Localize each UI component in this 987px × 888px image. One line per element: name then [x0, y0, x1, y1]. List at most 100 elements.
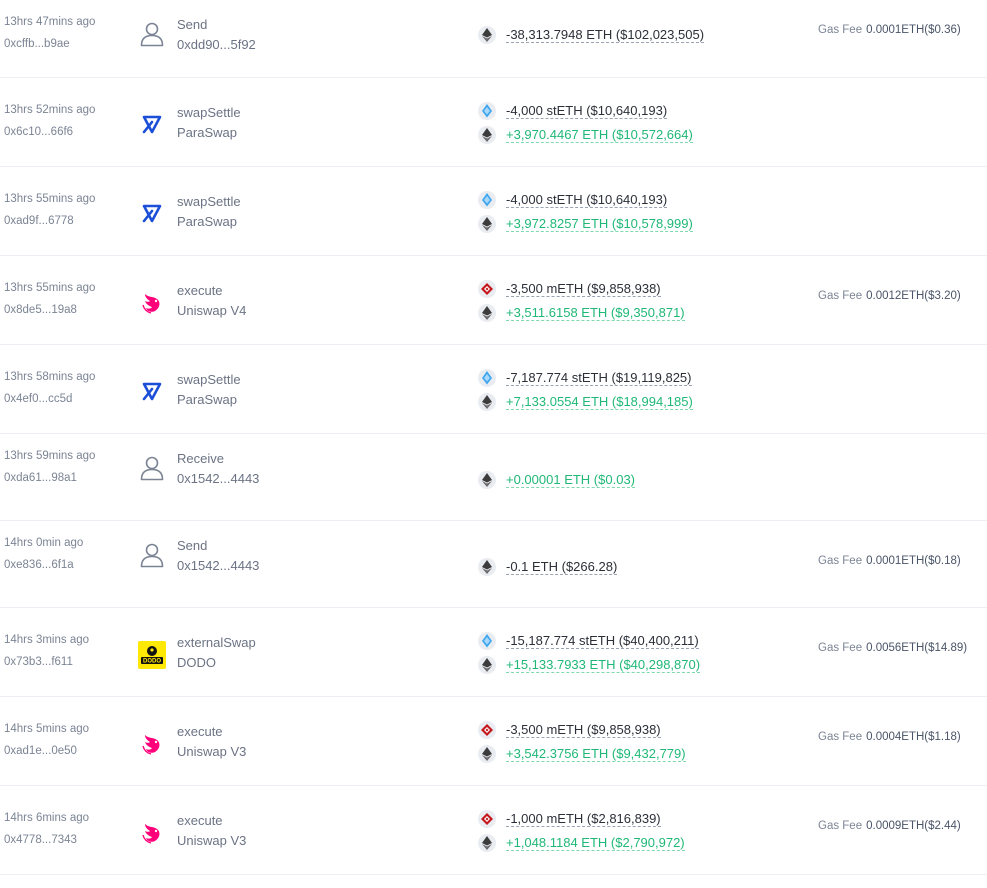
tx-hash-link[interactable]: 0xad1e...0e50 [4, 745, 77, 757]
steth-icon [478, 632, 496, 650]
asset-amount[interactable]: -7,187.774 stETH ($19,119,825) [506, 370, 692, 386]
table-row[interactable]: 13hrs 47mins ago 0xcffb...b9ae Send 0xdd90.… [0, 0, 987, 78]
tx-counterparty-link[interactable]: 0x1542...4443 [177, 471, 259, 486]
eth-icon [478, 126, 496, 144]
tx-hash-link[interactable]: 0x4778...7343 [4, 834, 77, 846]
gas-fee: Gas Fee 0.0056ETH($14.89) [818, 642, 967, 654]
asset-change: -4,000 stETH ($10,640,193) [478, 190, 668, 210]
asset-change: -3,500 mETH ($9,858,938) [478, 279, 661, 299]
user-icon [138, 454, 166, 482]
user-icon [138, 541, 166, 569]
tx-counterparty-link[interactable]: Uniswap V3 [177, 744, 246, 759]
gas-fee: Gas Fee 0.0001ETH($0.36) [818, 24, 961, 36]
table-row[interactable]: 13hrs 58mins ago 0x4ef0...cc5d swapSettle P… [0, 345, 987, 434]
gas-fee: Gas Fee 0.0004ETH($1.18) [818, 731, 961, 743]
asset-amount[interactable]: +3,970.4467 ETH ($10,572,664) [506, 127, 693, 143]
tx-time: 13hrs 59mins ago [4, 450, 96, 462]
eth-icon [478, 215, 496, 233]
asset-change: -15,187.774 stETH ($40,400,211) [478, 631, 699, 651]
gas-fee-value: 0.0001ETH($0.18) [866, 555, 961, 567]
tx-counterparty-link[interactable]: Uniswap V4 [177, 303, 246, 318]
tx-counterparty-link[interactable]: ParaSwap [177, 125, 237, 140]
asset-amount[interactable]: -3,500 mETH ($9,858,938) [506, 722, 661, 738]
tx-action: swapSettle [177, 105, 241, 120]
table-row[interactable]: 14hrs 5mins ago 0xad1e...0e50 execute Unisw… [0, 697, 987, 786]
tx-hash-link[interactable]: 0x6c10...66f6 [4, 126, 73, 138]
eth-icon [478, 656, 496, 674]
eth-icon [478, 26, 496, 44]
eth-icon [478, 745, 496, 763]
tx-counterparty-link[interactable]: Uniswap V3 [177, 833, 246, 848]
uniswap-icon [138, 289, 166, 317]
asset-amount[interactable]: -4,000 stETH ($10,640,193) [506, 192, 668, 208]
asset-amount[interactable]: -3,500 mETH ($9,858,938) [506, 281, 661, 297]
asset-change: +3,970.4467 ETH ($10,572,664) [478, 125, 693, 145]
paraswap-icon [138, 111, 166, 139]
table-row[interactable]: 14hrs 6mins ago 0x4778...7343 execute Unisw… [0, 786, 987, 875]
table-row[interactable]: 13hrs 59mins ago 0xda61...98a1 Receive 0x15… [0, 434, 987, 521]
meth-icon [478, 721, 496, 739]
gas-fee-value: 0.0056ETH($14.89) [866, 642, 968, 654]
tx-time: 13hrs 55mins ago [4, 282, 96, 294]
asset-change: -7,187.774 stETH ($19,119,825) [478, 368, 692, 388]
asset-change: +3,511.6158 ETH ($9,350,871) [478, 303, 685, 323]
tx-hash-link[interactable]: 0xcffb...b9ae [4, 38, 70, 50]
tx-time: 14hrs 6mins ago [4, 812, 90, 824]
tx-counterparty-link[interactable]: 0xdd90...5f92 [177, 37, 256, 52]
meth-icon [478, 810, 496, 828]
asset-change: -3,500 mETH ($9,858,938) [478, 720, 661, 740]
tx-hash-link[interactable]: 0x8de5...19a8 [4, 304, 77, 316]
paraswap-icon [138, 200, 166, 228]
eth-icon [478, 834, 496, 852]
asset-change: +7,133.0554 ETH ($18,994,185) [478, 392, 693, 412]
gas-fee: Gas Fee 0.0001ETH($0.18) [818, 555, 961, 567]
asset-amount[interactable]: -15,187.774 stETH ($40,400,211) [506, 633, 699, 649]
steth-icon [478, 102, 496, 120]
gas-fee-label: Gas Fee [818, 24, 863, 36]
asset-amount[interactable]: +3,972.8257 ETH ($10,578,999) [506, 216, 693, 232]
eth-icon [478, 558, 496, 576]
tx-action: Send [177, 538, 208, 553]
paraswap-icon [138, 378, 166, 406]
asset-amount[interactable]: +3,542.3756 ETH ($9,432,779) [506, 746, 686, 762]
eth-icon [478, 393, 496, 411]
tx-time: 13hrs 55mins ago [4, 193, 96, 205]
asset-amount[interactable]: -1,000 mETH ($2,816,839) [506, 811, 661, 827]
tx-action: execute [177, 813, 223, 828]
tx-hash-link[interactable]: 0x73b3...f611 [4, 656, 73, 668]
asset-change: -4,000 stETH ($10,640,193) [478, 101, 668, 121]
tx-hash-link[interactable]: 0xda61...98a1 [4, 472, 77, 484]
tx-hash-link[interactable]: 0x4ef0...cc5d [4, 393, 72, 405]
asset-amount[interactable]: -38,313.7948 ETH ($102,023,505) [506, 27, 705, 43]
gas-fee-value: 0.0001ETH($0.36) [866, 24, 961, 36]
asset-change: +3,972.8257 ETH ($10,578,999) [478, 214, 693, 234]
gas-fee-value: 0.0012ETH($3.20) [866, 290, 961, 302]
asset-amount[interactable]: +3,511.6158 ETH ($9,350,871) [506, 305, 685, 321]
tx-action: swapSettle [177, 194, 241, 209]
tx-hash-link[interactable]: 0xad9f...6778 [4, 215, 74, 227]
asset-amount[interactable]: +7,133.0554 ETH ($18,994,185) [506, 394, 693, 410]
asset-amount[interactable]: +15,133.7933 ETH ($40,298,870) [506, 657, 701, 673]
table-row[interactable]: 13hrs 55mins ago 0xad9f...6778 swapSettle P… [0, 167, 987, 256]
asset-amount[interactable]: +1,048.1184 ETH ($2,790,972) [506, 835, 685, 851]
asset-amount[interactable]: -4,000 stETH ($10,640,193) [506, 103, 668, 119]
gas-fee-label: Gas Fee [818, 731, 863, 743]
asset-change: +3,542.3756 ETH ($9,432,779) [478, 744, 686, 764]
gas-fee-label: Gas Fee [818, 642, 863, 654]
tx-action: execute [177, 724, 223, 739]
gas-fee: Gas Fee 0.0009ETH($2.44) [818, 820, 961, 832]
table-row[interactable]: 13hrs 55mins ago 0x8de5...19a8 execute Unis… [0, 256, 987, 345]
asset-amount[interactable]: -0.1 ETH ($266.28) [506, 559, 618, 575]
table-row[interactable]: 14hrs 0min ago 0xe836...6f1a Send 0x1542...… [0, 521, 987, 608]
tx-action: execute [177, 283, 223, 298]
asset-amount[interactable]: +0.00001 ETH ($0.03) [506, 472, 635, 488]
tx-counterparty-link[interactable]: ParaSwap [177, 392, 237, 407]
tx-counterparty-link[interactable]: ParaSwap [177, 214, 237, 229]
table-row[interactable]: 14hrs 3mins ago 0x73b3...f611 DODO external… [0, 608, 987, 697]
tx-counterparty-link[interactable]: 0x1542...4443 [177, 558, 259, 573]
tx-counterparty-link[interactable]: DODO [177, 655, 216, 670]
gas-fee-label: Gas Fee [818, 555, 863, 567]
table-row[interactable]: 13hrs 52mins ago 0x6c10...66f6 swapSettle P… [0, 78, 987, 167]
tx-hash-link[interactable]: 0xe836...6f1a [4, 559, 74, 571]
tx-action: Send [177, 17, 208, 32]
